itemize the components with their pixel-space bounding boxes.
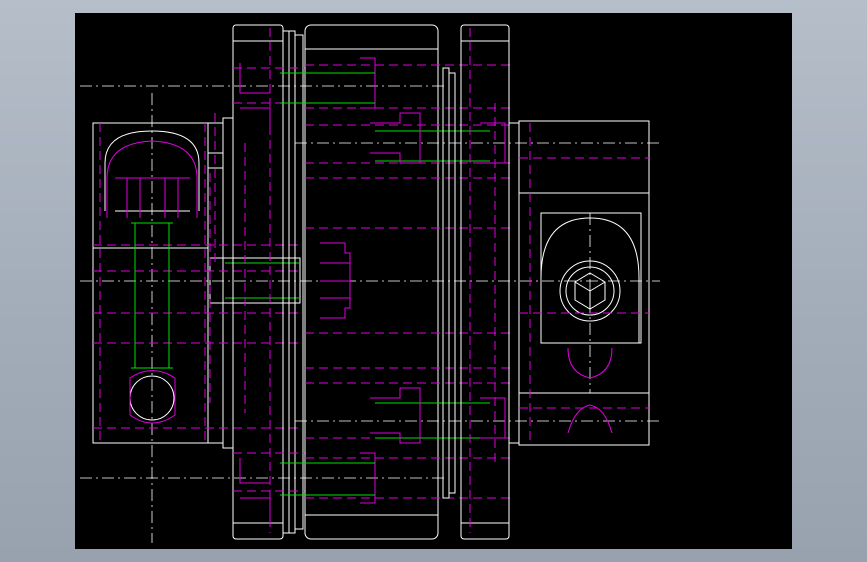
- right-disk: [370, 24, 510, 540]
- cad-viewport[interactable]: [75, 13, 792, 549]
- left-clamp-hub: [92, 117, 301, 449]
- left-disk: [232, 24, 305, 540]
- center-lines: [80, 85, 660, 543]
- left-hub-hidden: [93, 113, 300, 443]
- spacer-thread-lines: [280, 72, 490, 496]
- center-spacer: [304, 24, 515, 540]
- coupling-drawing: [80, 24, 660, 543]
- right-clamp-hub: [508, 120, 650, 446]
